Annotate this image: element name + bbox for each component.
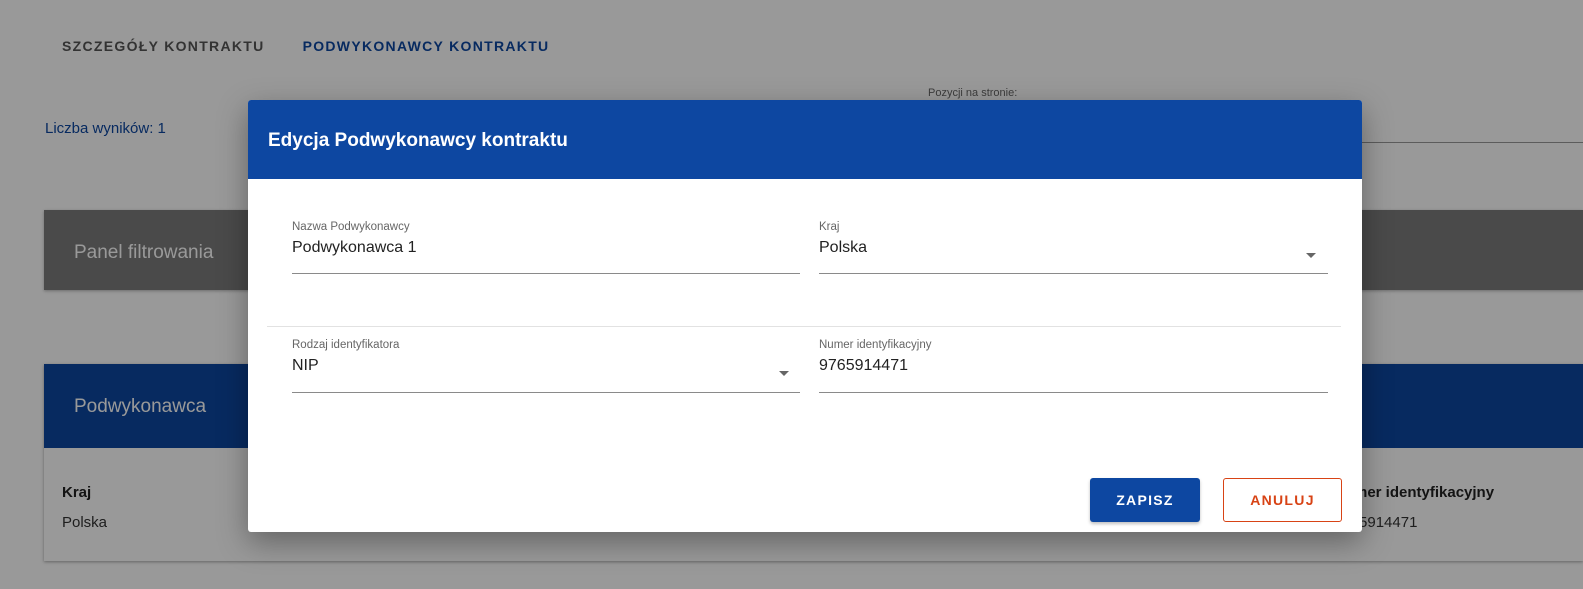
country-select[interactable]: Kraj Polska <box>819 221 1328 274</box>
identification-number-underline <box>819 392 1328 393</box>
dialog-header: Edycja Podwykonawcy kontraktu <box>248 100 1362 179</box>
identification-number-field[interactable]: Numer identyfikacyjny 9765914471 <box>819 339 1328 393</box>
identifier-type-select[interactable]: Rodzaj identyfikatora NIP <box>292 339 800 393</box>
edit-subcontractor-dialog: Edycja Podwykonawcy kontraktu Nazwa Podw… <box>248 100 1362 532</box>
dialog-title: Edycja Podwykonawcy kontraktu <box>268 130 568 151</box>
chevron-down-icon <box>1306 253 1316 258</box>
dialog-divider <box>267 326 1341 327</box>
identifier-type-label: Rodzaj identyfikatora <box>292 339 400 351</box>
chevron-down-icon <box>779 371 789 376</box>
save-button[interactable]: ZAPISZ <box>1090 478 1200 522</box>
subcontractor-name-field[interactable]: Nazwa Podwykonawcy Podwykonawca 1 <box>292 221 800 274</box>
subcontractor-name-underline <box>292 273 800 274</box>
identification-number-value: 9765914471 <box>819 357 908 374</box>
country-label: Kraj <box>819 221 840 233</box>
identifier-type-value: NIP <box>292 357 319 374</box>
identifier-type-underline <box>292 392 800 393</box>
identification-number-label: Numer identyfikacyjny <box>819 339 932 351</box>
country-underline <box>819 273 1328 274</box>
country-value: Polska <box>819 239 868 256</box>
cancel-button[interactable]: ANULUJ <box>1223 478 1342 522</box>
subcontractor-name-label: Nazwa Podwykonawcy <box>292 221 410 233</box>
subcontractor-name-value: Podwykonawca 1 <box>292 239 417 256</box>
